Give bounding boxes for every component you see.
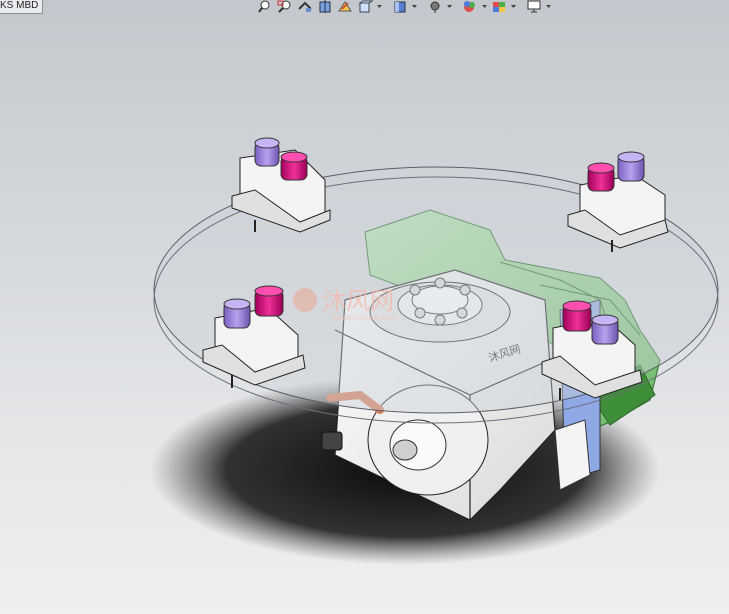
hide-show-items-icon[interactable] xyxy=(426,0,444,13)
zoom-to-area-icon[interactable] xyxy=(276,0,294,13)
view-orientation-dropdown-icon[interactable] xyxy=(376,0,383,13)
graphics-viewport[interactable]: 沐风网 沐风网 www.mfcad.com xyxy=(0,0,729,614)
section-view-icon[interactable] xyxy=(316,0,334,13)
config-tab-label[interactable]: KS MBD xyxy=(0,0,44,14)
previous-view-icon[interactable] xyxy=(296,0,314,13)
view-orientation-icon[interactable] xyxy=(356,0,374,13)
apply-scene-dropdown-icon[interactable] xyxy=(510,0,517,13)
display-style-icon[interactable] xyxy=(391,0,409,13)
apply-scene-icon[interactable] xyxy=(490,0,508,13)
watermark-url: www.mfcad.com xyxy=(332,313,398,322)
watermark-title: 沐风网 xyxy=(322,287,394,315)
model-render: 沐风网 沐风网 www.mfcad.com xyxy=(150,137,719,565)
view-settings-dropdown-icon[interactable] xyxy=(545,0,552,13)
zoom-to-fit-icon[interactable] xyxy=(256,0,274,13)
dynamic-annotation-icon[interactable] xyxy=(336,0,354,13)
display-style-dropdown-icon[interactable] xyxy=(411,0,418,13)
hide-show-dropdown-icon[interactable] xyxy=(446,0,453,13)
edit-appearance-icon[interactable] xyxy=(461,0,479,13)
edit-appearance-dropdown-icon[interactable] xyxy=(481,0,488,13)
heads-up-view-toolbar xyxy=(256,0,552,14)
view-settings-icon[interactable] xyxy=(525,0,543,13)
